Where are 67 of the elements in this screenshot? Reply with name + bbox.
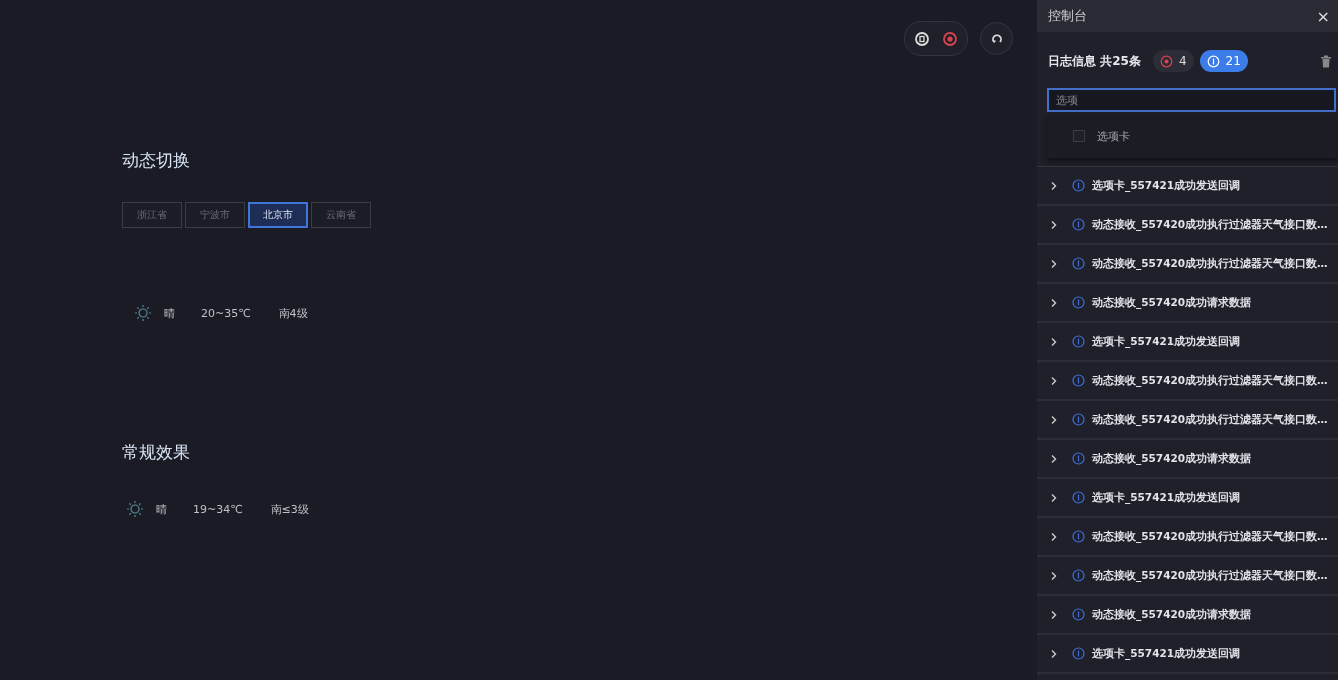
trash-icon — [1320, 54, 1332, 68]
log-message: 动态接收_557420成功执行过滤器天气接口数… — [1092, 529, 1328, 544]
log-message: 动态接收_557420成功请求数据 — [1092, 451, 1252, 466]
log-message: 动态接收_557420成功执行过滤器天气接口数… — [1092, 373, 1328, 388]
refresh-button[interactable] — [980, 22, 1013, 55]
weather-condition: 晴 — [164, 305, 175, 321]
dropdown-option[interactable]: 选项卡 — [1073, 128, 1130, 144]
pause-button[interactable] — [914, 30, 930, 47]
delete-button[interactable] — [1320, 54, 1332, 68]
log-entry[interactable]: 动态接收_557420成功请求数据 — [1037, 284, 1338, 323]
log-entry[interactable]: 动态接收_557420成功执行过滤器天气接口数… — [1037, 245, 1338, 284]
tab[interactable]: 北京市 — [248, 202, 308, 228]
wind-level: 南≤3级 — [270, 501, 309, 517]
info-icon — [1072, 452, 1085, 465]
log-entry[interactable]: 动态接收_557420成功执行过滤器天气接口数… — [1037, 518, 1338, 557]
log-entry[interactable]: 动态接收_557420成功请求数据 — [1037, 440, 1338, 479]
pause-icon — [914, 30, 930, 47]
info-icon — [1072, 218, 1085, 231]
close-button[interactable]: × — [1316, 6, 1330, 26]
info-icon — [1072, 413, 1085, 426]
log-entry[interactable]: 选项卡_557421成功发送回调 — [1037, 167, 1338, 206]
log-entry[interactable]: 动态接收_557420成功执行过滤器天气接口数… — [1037, 206, 1338, 245]
log-entry[interactable]: 动态接收_557420成功执行过滤器天气接口数… — [1037, 362, 1338, 401]
info-icon — [1072, 608, 1085, 621]
log-filter[interactable]: 4 — [1152, 50, 1194, 72]
sun-icon — [134, 304, 152, 322]
console-title: 控制台 — [1048, 7, 1087, 25]
info-icon — [1072, 179, 1085, 192]
weather-condition: 晴 — [156, 501, 167, 517]
sun-icon — [126, 500, 144, 518]
section-title: 常规效果 — [122, 441, 191, 464]
info-icon — [1072, 569, 1085, 582]
info-icon — [1072, 374, 1085, 387]
log-entry[interactable]: 动态接收_557420成功执行过滤器天气接口数… — [1037, 401, 1338, 440]
info-icon — [1072, 296, 1085, 309]
info-icon — [1072, 530, 1085, 543]
info-icon — [1072, 335, 1085, 348]
log-message: 选项卡_557421成功发送回调 — [1092, 178, 1241, 193]
log-summary: 日志信息 共25条 — [1048, 52, 1141, 70]
log-message: 动态接收_557420成功执行过滤器天气接口数… — [1092, 217, 1328, 232]
wind-level: 南4级 — [278, 305, 308, 321]
log-message: 选项卡_557421成功发送回调 — [1092, 646, 1241, 661]
error-icon — [1159, 54, 1173, 68]
search-field[interactable]: 选项 — [1047, 88, 1336, 112]
log-filter[interactable]: 21 — [1199, 50, 1248, 72]
log-message: 动态接收_557420成功执行过滤器天气接口数… — [1092, 568, 1328, 583]
temperature-range: 20~35℃ — [201, 306, 251, 320]
log-entry[interactable]: 动态接收_557420成功执行过滤器天气接口数… — [1037, 557, 1338, 596]
record-icon — [942, 30, 958, 47]
record-button[interactable] — [942, 30, 958, 47]
log-message: 动态接收_557420成功请求数据 — [1092, 607, 1252, 622]
log-entry[interactable]: 选项卡_557421成功发送回调 — [1037, 323, 1338, 362]
log-message: 动态接收_557420成功请求数据 — [1092, 295, 1252, 310]
log-message: 动态接收_557420成功执行过滤器天气接口数… — [1092, 412, 1328, 427]
info-icon — [1072, 491, 1085, 504]
info-icon — [1072, 257, 1085, 270]
section-title: 动态切换 — [122, 149, 191, 172]
log-entry[interactable]: 选项卡_557421成功发送回调 — [1037, 479, 1338, 518]
log-message: 动态接收_557420成功执行过滤器天气接口数… — [1092, 256, 1328, 271]
info-icon — [1072, 647, 1085, 660]
log-entry[interactable]: 动态接收_557420成功请求数据 — [1037, 596, 1338, 635]
log-message: 选项卡_557421成功发送回调 — [1092, 334, 1241, 349]
checkbox[interactable] — [1073, 130, 1085, 142]
info-icon — [1206, 54, 1220, 68]
log-message: 选项卡_557421成功发送回调 — [1092, 490, 1241, 505]
temperature-range: 19~34℃ — [193, 502, 243, 516]
log-entry[interactable]: 选项卡_557421成功发送回调 — [1037, 635, 1338, 674]
